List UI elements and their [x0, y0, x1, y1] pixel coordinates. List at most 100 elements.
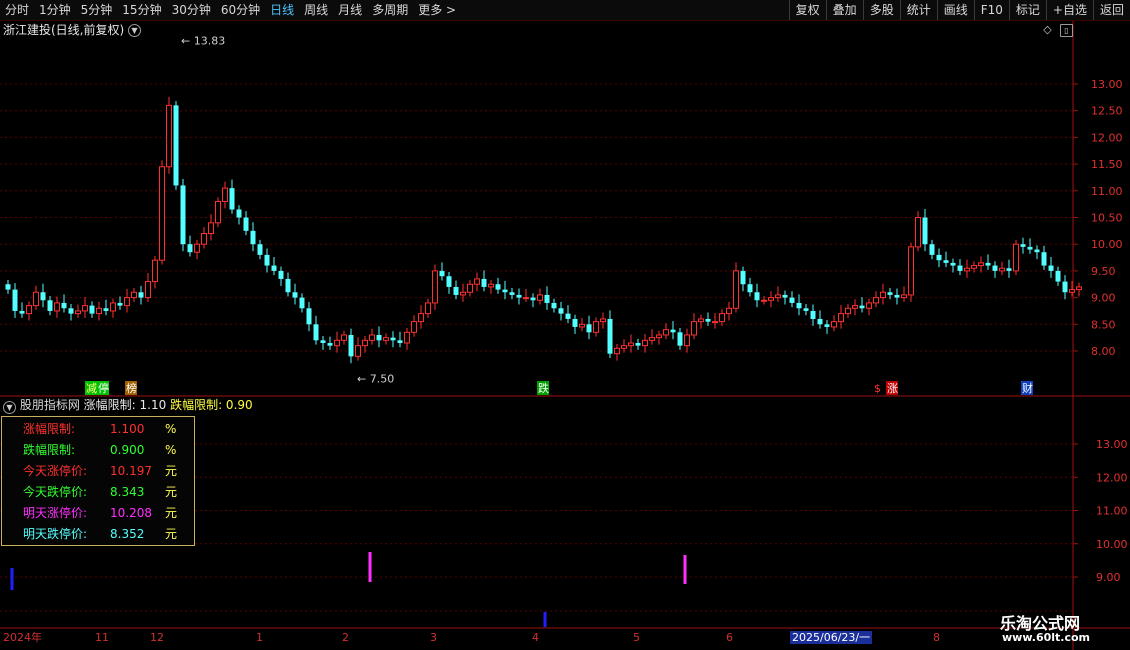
candle-body	[432, 270, 438, 304]
toolbar-button-5[interactable]: F10	[973, 0, 1009, 20]
candle-body	[1048, 265, 1054, 271]
period-tab-9[interactable]: 多周期	[367, 0, 413, 20]
month-label: 2	[342, 631, 349, 644]
candle-body	[992, 265, 998, 271]
candle-body	[537, 294, 543, 301]
month-label: 1	[256, 631, 263, 644]
chevron-down-icon[interactable]: ▼	[128, 24, 141, 37]
toolbar-button-0[interactable]: 复权	[788, 0, 826, 20]
candle-body	[474, 278, 480, 285]
period-tab-8[interactable]: 月线	[333, 0, 367, 20]
toolbar-button-8[interactable]: 返回	[1092, 0, 1130, 20]
candle-body	[173, 105, 179, 186]
info-unit: 元	[165, 464, 178, 478]
candle-body	[278, 270, 284, 279]
price-tick-label: 8.00	[1091, 345, 1116, 358]
event-tag: 涨	[887, 382, 898, 395]
candle-body	[845, 307, 851, 315]
toolbar-button-2[interactable]: 多股	[862, 0, 900, 20]
candle-body	[719, 313, 725, 323]
price-tick-label: 10.00	[1091, 238, 1123, 251]
candle-body	[180, 185, 186, 245]
candle-body	[817, 318, 823, 325]
period-tab-4[interactable]: 30分钟	[167, 0, 216, 20]
indicator-tick-label: 11.00	[1096, 505, 1128, 518]
candle-body	[117, 302, 123, 306]
candle-body	[957, 265, 963, 271]
candle-body	[670, 329, 676, 333]
period-tab-10[interactable]: 更多 >	[413, 0, 461, 20]
candle-body	[880, 291, 886, 299]
event-tag: $	[874, 382, 881, 395]
candle-body	[915, 217, 921, 248]
candle-body	[495, 284, 501, 290]
price-tick-label: 13.00	[1091, 78, 1123, 91]
candle-body	[831, 321, 837, 328]
kline-chart[interactable]: 8.00 8.50 9.00 9.50 10.00 10.50 11.00 11.50 12.0…	[0, 21, 1130, 650]
candle-body	[936, 254, 942, 261]
toolbar-button-7[interactable]: +自选	[1045, 0, 1093, 20]
period-tab-3[interactable]: 15分钟	[117, 0, 166, 20]
candle-body	[362, 339, 368, 347]
candle-body	[208, 222, 214, 235]
candle-body	[558, 308, 564, 314]
candle-body	[131, 291, 137, 299]
candle-body	[166, 104, 172, 168]
candle-body	[943, 260, 949, 263]
toolbar-button-1[interactable]: 叠加	[825, 0, 863, 20]
candle-body	[138, 292, 144, 298]
toolbar-button-6[interactable]: 标记	[1008, 0, 1046, 20]
candle-body	[327, 342, 333, 346]
candle-body	[551, 302, 557, 309]
event-tag: 跌	[538, 381, 549, 395]
info-unit: 元	[165, 527, 178, 541]
candle-body	[572, 318, 578, 327]
info-unit: %	[165, 422, 177, 436]
period-tab-0[interactable]: 分时	[0, 0, 34, 20]
candle-body	[579, 323, 585, 328]
candle-body	[929, 244, 935, 255]
price-tick-label: 11.00	[1091, 185, 1123, 198]
candle-body	[628, 342, 634, 347]
chevron-down-icon[interactable]: ▼	[3, 401, 16, 414]
candle-body	[1062, 281, 1068, 293]
info-label: 今天涨停价:	[23, 464, 88, 478]
price-tick-label: 9.00	[1091, 292, 1116, 305]
layout-icon[interactable]: ▯	[1060, 24, 1073, 37]
period-tab-1[interactable]: 1分钟	[34, 0, 76, 20]
candle-body	[411, 321, 417, 333]
candle-body	[82, 305, 88, 312]
candle-body	[754, 292, 760, 301]
candle-body	[292, 292, 298, 298]
indicator-bar	[683, 555, 687, 584]
candle-body	[971, 265, 977, 269]
diamond-icon[interactable]: ◇	[1042, 24, 1053, 35]
toolbar-button-3[interactable]: 统计	[899, 0, 937, 20]
candle-body	[103, 308, 109, 311]
toolbar-button-4[interactable]: 画线	[936, 0, 974, 20]
period-tab-2[interactable]: 5分钟	[76, 0, 118, 20]
candle-body	[789, 297, 795, 303]
indicator-tick-label: 12.00	[1096, 471, 1128, 484]
candle-body	[271, 265, 277, 271]
candle-body	[26, 305, 32, 315]
period-tab-5[interactable]: 60分钟	[216, 0, 265, 20]
indicator-bar	[368, 552, 372, 582]
candle-body	[187, 244, 193, 253]
info-label: 明天跌停价:	[23, 527, 88, 541]
period-tab-7[interactable]: 周线	[299, 0, 333, 20]
candle-body	[250, 230, 256, 245]
period-tab-6[interactable]: 日线	[265, 0, 299, 20]
candle-body	[418, 313, 424, 323]
candle-body	[152, 259, 158, 283]
info-row: 涨幅限制: 1.100%	[2, 419, 192, 439]
candle-body	[89, 305, 95, 314]
candle-body	[397, 340, 403, 343]
event-tag: 财	[1022, 381, 1033, 395]
candle-body	[733, 270, 739, 309]
candle-body	[1013, 243, 1019, 272]
candle-body	[838, 313, 844, 323]
candle-body	[873, 297, 879, 304]
month-label: 12	[150, 631, 164, 644]
stock-title: 浙江建投(日线,前复权)	[3, 23, 125, 37]
